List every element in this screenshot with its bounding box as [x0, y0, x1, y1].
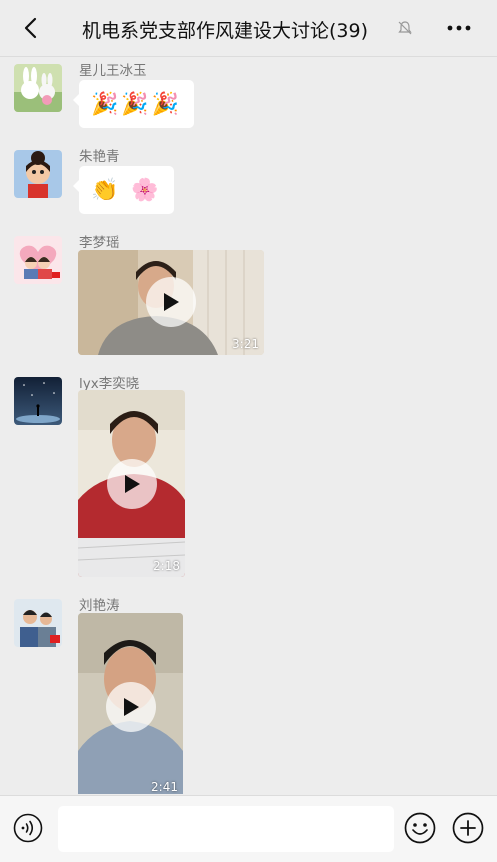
sender-name: 星儿王冰玉	[79, 63, 147, 79]
video-message[interactable]: 2:41	[78, 613, 183, 794]
message-input[interactable]	[58, 806, 394, 852]
avatar[interactable]	[14, 64, 62, 112]
chat-header: 机电系党支部作风建设大讨论(39)	[0, 0, 497, 57]
video-duration: 2:41	[151, 780, 178, 794]
video-message[interactable]: 2:18	[78, 390, 185, 577]
chevron-left-icon[interactable]	[18, 14, 46, 42]
avatar[interactable]	[14, 150, 62, 198]
sender-name: 刘艳涛	[79, 598, 120, 614]
sender-name: 李梦瑶	[79, 235, 120, 251]
emoji-icon[interactable]	[404, 812, 436, 844]
video-duration: 2:18	[153, 559, 180, 573]
message-bubble[interactable]: 👏 🌸	[73, 166, 174, 214]
avatar[interactable]	[14, 599, 62, 647]
play-icon[interactable]	[107, 459, 157, 509]
voice-icon[interactable]	[13, 813, 43, 843]
plus-icon[interactable]	[452, 812, 484, 844]
avatar[interactable]	[14, 236, 62, 284]
input-bar	[0, 795, 497, 862]
play-icon[interactable]	[106, 682, 156, 732]
video-duration: 3:21	[232, 337, 259, 351]
bell-muted-icon	[398, 21, 412, 35]
video-message[interactable]: 3:21	[78, 250, 264, 355]
chat-title: 机电系党支部作风建设大讨论(39)	[82, 20, 369, 42]
more-dots-icon[interactable]	[446, 18, 472, 38]
message-list[interactable]: 星儿王冰玉 🎉🎉🎉 朱艳青 👏 🌸 李梦瑶 3:21 lyx李奕晓 2:18 刘…	[0, 57, 497, 794]
avatar[interactable]	[14, 377, 62, 425]
message-bubble[interactable]: 🎉🎉🎉	[72, 80, 195, 128]
play-icon[interactable]	[146, 277, 196, 327]
sender-name: lyx李奕晓	[79, 376, 140, 392]
sender-name: 朱艳青	[79, 149, 120, 165]
